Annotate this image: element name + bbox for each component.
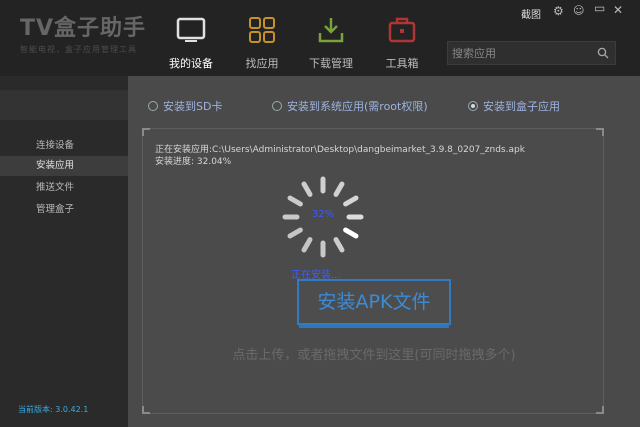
sidebar-item-manage-box[interactable]: 管理盒子 bbox=[0, 200, 128, 220]
radio-box-apps[interactable]: 安装到盒子应用 bbox=[468, 98, 560, 114]
install-progress-text: 安装进度: 32.04% bbox=[155, 157, 232, 167]
nav-download-manager[interactable]: 下载管理 bbox=[295, 6, 367, 70]
tv-icon bbox=[176, 17, 206, 42]
minimize-icon[interactable]: ▭ bbox=[594, 1, 605, 15]
version-label: 当前版本: 3.0.42.1 bbox=[18, 405, 89, 414]
radio-label: 安装到盒子应用 bbox=[483, 100, 560, 113]
radio-dot[interactable] bbox=[468, 101, 478, 111]
device-header-blurred bbox=[0, 90, 128, 120]
corner-mark bbox=[142, 128, 150, 136]
nav-find-apps[interactable]: 找应用 bbox=[226, 6, 298, 70]
nav-toolbox[interactable]: 工具箱 bbox=[366, 6, 438, 70]
search-icon[interactable] bbox=[597, 47, 609, 59]
corner-mark bbox=[596, 406, 604, 414]
screenshot-button[interactable]: 截图 bbox=[521, 6, 541, 21]
main-content: 安装到SD卡 安装到系统应用(需root权限) 安装到盒子应用 正在安装应用:C… bbox=[128, 76, 640, 427]
install-location-options: 安装到SD卡 安装到系统应用(需root权限) 安装到盒子应用 bbox=[128, 98, 640, 114]
sidebar-item-connect-device[interactable]: 连接设备 bbox=[0, 136, 128, 156]
radio-dot[interactable] bbox=[148, 101, 158, 111]
radio-label: 安装到系统应用(需root权限) bbox=[287, 100, 428, 113]
settings-gear-icon[interactable]: ⚙ bbox=[553, 4, 564, 18]
progress-percent: 32% bbox=[311, 209, 335, 220]
drop-hint: 点击上传，或者拖拽文件到这里(可同时拖拽多个) bbox=[232, 348, 516, 363]
skin-icon[interactable]: ☺ bbox=[573, 4, 584, 17]
search-box[interactable] bbox=[447, 41, 616, 65]
sidebar-item-install-apps[interactable]: 安装应用 bbox=[0, 156, 128, 176]
nav-label: 下载管理 bbox=[309, 57, 353, 70]
nav-label: 我的设备 bbox=[169, 57, 213, 70]
sidebar: 连接设备 安装应用 推送文件 管理盒子 当前版本: 3.0.42.1 bbox=[0, 76, 128, 427]
close-icon[interactable]: ✕ bbox=[613, 3, 623, 17]
app-logo: TV盒子助手 智能电视，盒子应用管理工具 bbox=[20, 10, 146, 55]
corner-mark bbox=[142, 406, 150, 414]
drop-zone[interactable]: 正在安装应用:C:\Users\Administrator\Desktop\da… bbox=[142, 128, 604, 414]
search-input[interactable] bbox=[448, 42, 588, 65]
download-icon bbox=[318, 18, 344, 43]
radio-dot[interactable] bbox=[272, 101, 282, 111]
logo-name: TV盒子助手 bbox=[20, 16, 147, 41]
corner-mark bbox=[596, 128, 604, 136]
nav-my-device[interactable]: 我的设备 bbox=[155, 6, 227, 70]
radio-system-apps[interactable]: 安装到系统应用(需root权限) bbox=[272, 98, 428, 114]
radio-sd-card[interactable]: 安装到SD卡 bbox=[148, 98, 222, 114]
logo-slogan: 智能电视，盒子应用管理工具 bbox=[20, 45, 137, 54]
nav-label: 找应用 bbox=[245, 57, 279, 70]
nav-label: 工具箱 bbox=[385, 57, 419, 70]
radio-label: 安装到SD卡 bbox=[163, 100, 223, 113]
apps-grid-icon bbox=[249, 17, 275, 43]
toolbar: TV盒子助手 智能电视，盒子应用管理工具 我的设备 找应用 下载管理 工具箱 搜… bbox=[0, 0, 640, 76]
toolbox-icon bbox=[388, 17, 416, 43]
sidebar-item-push-files[interactable]: 推送文件 bbox=[0, 178, 128, 198]
install-apk-button[interactable]: 安装APK文件 bbox=[297, 279, 451, 328]
